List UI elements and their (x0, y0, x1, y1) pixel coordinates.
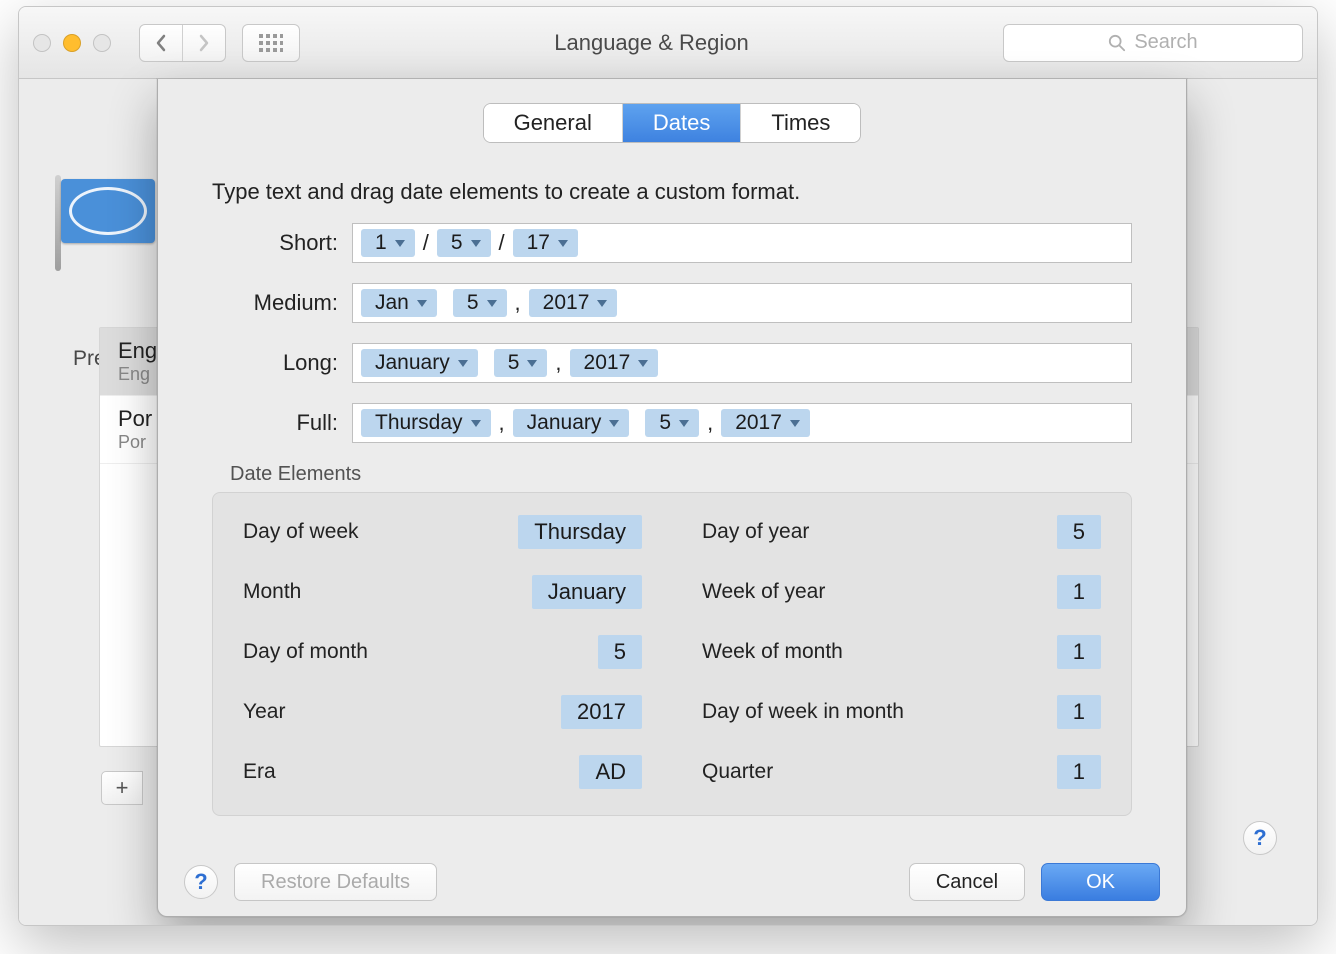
chevron-down-icon (558, 240, 568, 247)
close-dot[interactable] (33, 34, 51, 52)
chip-week-of-year[interactable]: 1 (1057, 575, 1101, 609)
format-row-medium: Medium: Jan 5 , 2017 (212, 283, 1132, 323)
chevron-down-icon (471, 420, 481, 427)
format-label-full: Full: (212, 410, 352, 436)
element-year: Year 2017 (243, 695, 642, 729)
minimize-dot[interactable] (63, 34, 81, 52)
format-row-short: Short: 1 / 5 / 17 (212, 223, 1132, 263)
help-button-outer[interactable]: ? (1243, 821, 1277, 855)
chevron-down-icon (679, 420, 689, 427)
chevron-down-icon (638, 360, 648, 367)
ok-button[interactable]: OK (1041, 863, 1160, 901)
format-label-medium: Medium: (212, 290, 352, 316)
restore-defaults-button[interactable]: Restore Defaults (234, 863, 437, 901)
chip-day-of-week[interactable]: Thursday (518, 515, 642, 549)
format-row-full: Full: Thursday , January 5 , 2017 (212, 403, 1132, 443)
toolbar: Language & Region Search (19, 7, 1317, 79)
search-placeholder: Search (1134, 31, 1197, 54)
chip-era[interactable]: AD (579, 755, 642, 789)
token-month-full[interactable]: January (361, 349, 478, 377)
instruction-text: Type text and drag date elements to crea… (212, 179, 1132, 205)
search-field[interactable]: Search (1003, 24, 1303, 62)
chevron-down-icon (395, 240, 405, 247)
token-day[interactable]: 5 (494, 349, 548, 377)
forward-button[interactable] (182, 25, 225, 61)
chip-day-of-year[interactable]: 5 (1057, 515, 1101, 549)
chip-quarter[interactable]: 1 (1057, 755, 1101, 789)
search-icon (1108, 34, 1126, 52)
window-controls (33, 34, 111, 52)
chevron-down-icon (597, 300, 607, 307)
chevron-down-icon (527, 360, 537, 367)
grid-button-group (242, 24, 300, 62)
add-language-button[interactable]: + (101, 771, 143, 805)
element-era: Era AD (243, 755, 642, 789)
token-month-abbrev[interactable]: Jan (361, 289, 437, 317)
show-all-button[interactable] (243, 25, 299, 61)
element-quarter: Quarter 1 (702, 755, 1101, 789)
chevron-down-icon (790, 420, 800, 427)
element-day-of-month: Day of month 5 (243, 635, 642, 669)
element-month: Month January (243, 575, 642, 609)
token-year[interactable]: 2017 (721, 409, 810, 437)
format-field-full[interactable]: Thursday , January 5 , 2017 (352, 403, 1132, 443)
format-label-short: Short: (212, 230, 352, 256)
element-day-of-week: Day of week Thursday (243, 515, 642, 549)
element-dow-in-month: Day of week in month 1 (702, 695, 1101, 729)
element-week-of-year: Week of year 1 (702, 575, 1101, 609)
chip-dow-in-month[interactable]: 1 (1057, 695, 1101, 729)
help-button[interactable]: ? (184, 865, 218, 899)
token-month-full[interactable]: January (513, 409, 630, 437)
region-flag-icon (61, 179, 157, 251)
chevron-down-icon (609, 420, 619, 427)
chip-year[interactable]: 2017 (561, 695, 642, 729)
format-row-long: Long: January 5 , 2017 (212, 343, 1132, 383)
chip-month[interactable]: January (532, 575, 642, 609)
token-month-num[interactable]: 1 (361, 229, 415, 257)
token-day[interactable]: 5 (437, 229, 491, 257)
zoom-dot[interactable] (93, 34, 111, 52)
back-button[interactable] (140, 25, 182, 61)
chip-day-of-month[interactable]: 5 (598, 635, 642, 669)
dates-sheet: General Dates Times Type text and drag d… (157, 79, 1187, 917)
chevron-down-icon (458, 360, 468, 367)
chevron-down-icon (487, 300, 497, 307)
token-day[interactable]: 5 (645, 409, 699, 437)
element-day-of-year: Day of year 5 (702, 515, 1101, 549)
token-year-2digit[interactable]: 17 (513, 229, 578, 257)
window-title: Language & Region (316, 30, 987, 56)
chevron-down-icon (417, 300, 427, 307)
format-label-long: Long: (212, 350, 352, 376)
format-field-medium[interactable]: Jan 5 , 2017 (352, 283, 1132, 323)
token-year[interactable]: 2017 (529, 289, 618, 317)
date-elements-title: Date Elements (230, 463, 1132, 486)
chip-week-of-month[interactable]: 1 (1057, 635, 1101, 669)
nav-back-forward (139, 24, 226, 62)
sheet-footer: ? Restore Defaults Cancel OK (158, 848, 1186, 916)
element-week-of-month: Week of month 1 (702, 635, 1101, 669)
token-year[interactable]: 2017 (570, 349, 659, 377)
preferences-window: Language & Region Search Pref Eng Eng Po… (18, 6, 1318, 926)
tab-general[interactable]: General (484, 104, 622, 142)
token-day[interactable]: 5 (453, 289, 507, 317)
tab-times[interactable]: Times (740, 104, 860, 142)
tab-dates[interactable]: Dates (622, 104, 740, 142)
token-weekday[interactable]: Thursday (361, 409, 491, 437)
date-elements-group: Date Elements Day of week Thursday Day o… (212, 463, 1132, 816)
format-field-short[interactable]: 1 / 5 / 17 (352, 223, 1132, 263)
format-tabs: General Dates Times (158, 103, 1186, 143)
cancel-button[interactable]: Cancel (909, 863, 1025, 901)
chevron-down-icon (471, 240, 481, 247)
format-field-long[interactable]: January 5 , 2017 (352, 343, 1132, 383)
